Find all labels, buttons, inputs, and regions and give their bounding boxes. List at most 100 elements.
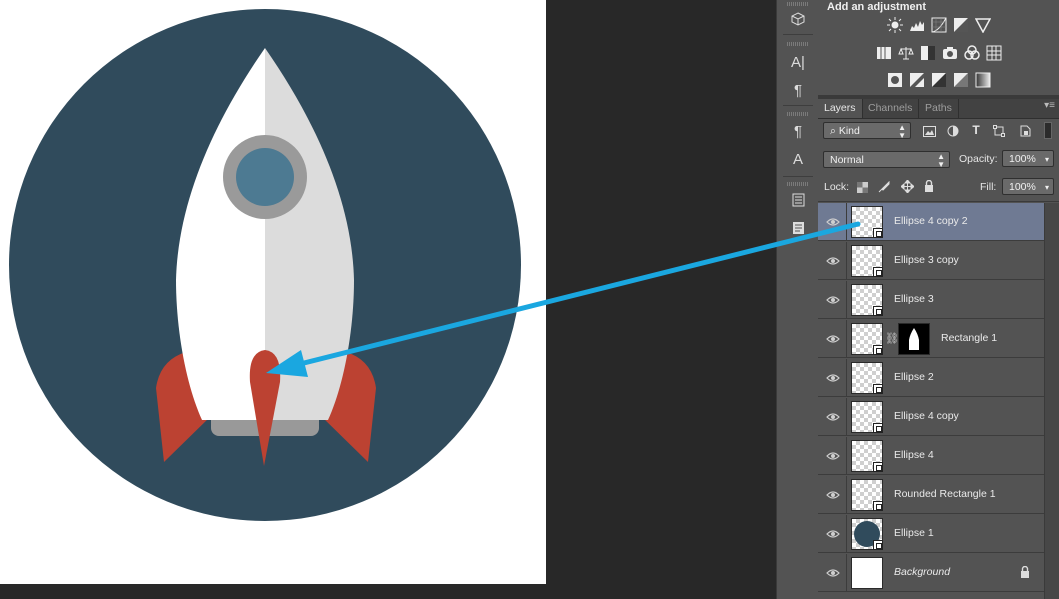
visibility-column-divider: [846, 281, 847, 319]
character-panel-icon[interactable]: A|: [786, 51, 810, 73]
paragraph-styles-icon[interactable]: ¶: [786, 120, 810, 142]
adjustment-filter-icon[interactable]: [946, 124, 960, 138]
lock-image-pixels-icon[interactable]: [877, 180, 891, 194]
layer-row[interactable]: Ellipse 2: [818, 359, 1044, 397]
lock-all-icon[interactable]: [922, 179, 936, 193]
mask-link-chain-icon[interactable]: ⛓: [885, 332, 899, 345]
layer-thumbnail[interactable]: [851, 557, 883, 589]
shape-layer-badge-icon: [873, 345, 883, 355]
photo-filter-icon[interactable]: [942, 45, 958, 61]
layer-thumbnail[interactable]: [851, 284, 883, 316]
layer-row[interactable]: Ellipse 4 copy: [818, 398, 1044, 436]
adjustments-title: Add an adjustment: [827, 1, 927, 13]
layer-thumbnail[interactable]: [851, 245, 883, 277]
visibility-eye-icon[interactable]: [826, 334, 840, 344]
visibility-eye-icon[interactable]: [826, 529, 840, 539]
lock-transparent-pixels-icon[interactable]: [855, 180, 869, 194]
brightness-icon[interactable]: [886, 17, 903, 33]
shape-filter-icon[interactable]: [992, 124, 1006, 138]
visibility-column-divider: [846, 437, 847, 475]
layer-thumbnail[interactable]: [851, 362, 883, 394]
layer-row[interactable]: Ellipse 3: [818, 281, 1044, 319]
tab-layers[interactable]: Layers: [818, 99, 863, 118]
visibility-column-divider: [846, 320, 847, 358]
threshold-icon[interactable]: [931, 72, 947, 88]
shape-layer-badge-icon: [873, 462, 883, 472]
type-filter-icon[interactable]: T: [969, 123, 983, 137]
character-styles-icon[interactable]: A: [786, 148, 810, 170]
dock-grip[interactable]: [787, 2, 809, 6]
exposure-icon[interactable]: [953, 17, 969, 33]
adjustment-row-2: [818, 45, 1059, 61]
panel-menu-icon[interactable]: ▾≡: [1044, 100, 1055, 111]
chevron-down-icon[interactable]: ▾: [1045, 179, 1049, 195]
blend-mode-value: Normal: [830, 154, 864, 166]
document-canvas[interactable]: [0, 0, 546, 584]
blend-mode-dropdown[interactable]: Normal ▲ ▼: [823, 151, 950, 169]
smart-object-filter-icon[interactable]: [1018, 124, 1032, 138]
paragraph-panel-icon[interactable]: ¶: [786, 79, 810, 101]
layer-thumbnail[interactable]: [851, 323, 883, 355]
color-lookup-icon[interactable]: [986, 45, 1002, 61]
pasteboard-bottom: [0, 584, 546, 599]
tab-channels[interactable]: Channels: [862, 99, 920, 118]
visibility-column-divider: [846, 203, 847, 241]
layer-thumbnail[interactable]: [851, 401, 883, 433]
dock-separator: [783, 176, 813, 177]
dropdown-arrows-icon: ▲ ▼: [898, 123, 906, 140]
visibility-eye-icon[interactable]: [826, 451, 840, 461]
levels-icon[interactable]: [909, 17, 925, 33]
pixel-filter-icon[interactable]: [922, 124, 936, 138]
filter-kind-dropdown[interactable]: ⌕ Kind ▲ ▼: [823, 122, 911, 140]
visibility-eye-icon[interactable]: [826, 373, 840, 383]
posterize-icon[interactable]: [909, 72, 925, 88]
visibility-eye-icon[interactable]: [826, 256, 840, 266]
layer-name: Ellipse 4 copy: [894, 410, 959, 422]
visibility-eye-icon[interactable]: [826, 412, 840, 422]
filter-toggle-switch[interactable]: [1044, 122, 1052, 139]
layer-thumbnail[interactable]: [851, 518, 883, 550]
notes-panel-icon[interactable]: [786, 217, 810, 239]
layer-row[interactable]: Background: [818, 554, 1044, 592]
layer-name: Ellipse 4: [894, 449, 934, 461]
layer-thumbnail[interactable]: [851, 479, 883, 511]
selective-color-icon[interactable]: [953, 72, 969, 88]
layer-row[interactable]: Ellipse 1: [818, 515, 1044, 553]
dropdown-arrows-icon: ▲ ▼: [937, 152, 945, 169]
layers-scrollbar[interactable]: [1044, 203, 1059, 599]
visibility-eye-icon[interactable]: [826, 217, 840, 227]
layer-row[interactable]: Ellipse 4: [818, 437, 1044, 475]
visibility-eye-icon[interactable]: [826, 568, 840, 578]
lock-position-icon[interactable]: [900, 179, 914, 193]
visibility-column-divider: [846, 515, 847, 553]
channel-mixer-icon[interactable]: [963, 45, 980, 61]
fill-field[interactable]: 100% ▾: [1002, 178, 1054, 195]
layer-row[interactable]: Ellipse 4 copy 2: [818, 203, 1044, 241]
black-white-icon[interactable]: [920, 45, 936, 61]
tab-paths[interactable]: Paths: [919, 99, 959, 118]
opacity-field[interactable]: 100% ▾: [1002, 150, 1054, 167]
vibrance-icon[interactable]: [876, 45, 892, 61]
curves-icon[interactable]: [931, 17, 947, 33]
shape-layer-badge-icon: [873, 540, 883, 550]
properties-panel-icon[interactable]: [786, 189, 810, 211]
dock-grip[interactable]: [787, 112, 809, 116]
chevron-down-icon[interactable]: ▾: [1045, 151, 1049, 167]
visibility-eye-icon[interactable]: [826, 490, 840, 500]
3d-panel-icon[interactable]: [786, 8, 810, 30]
balance-icon[interactable]: [897, 45, 914, 61]
layer-mask-thumbnail[interactable]: [898, 323, 930, 355]
dock-grip[interactable]: [787, 182, 809, 186]
layer-row[interactable]: Rounded Rectangle 1: [818, 476, 1044, 514]
visibility-eye-icon[interactable]: [826, 295, 840, 305]
gradient-triangle-icon[interactable]: [974, 17, 991, 33]
invert-icon[interactable]: [887, 72, 903, 88]
rocket-artwork: [9, 9, 521, 521]
layer-row[interactable]: ⛓ Rectangle 1: [818, 320, 1044, 358]
dock-grip[interactable]: [787, 42, 809, 46]
gradient-map-icon[interactable]: [975, 72, 991, 88]
layer-thumbnail[interactable]: [851, 206, 883, 238]
layer-row[interactable]: Ellipse 3 copy: [818, 242, 1044, 280]
layer-thumbnail[interactable]: [851, 440, 883, 472]
layer-name: Rounded Rectangle 1: [894, 488, 996, 500]
